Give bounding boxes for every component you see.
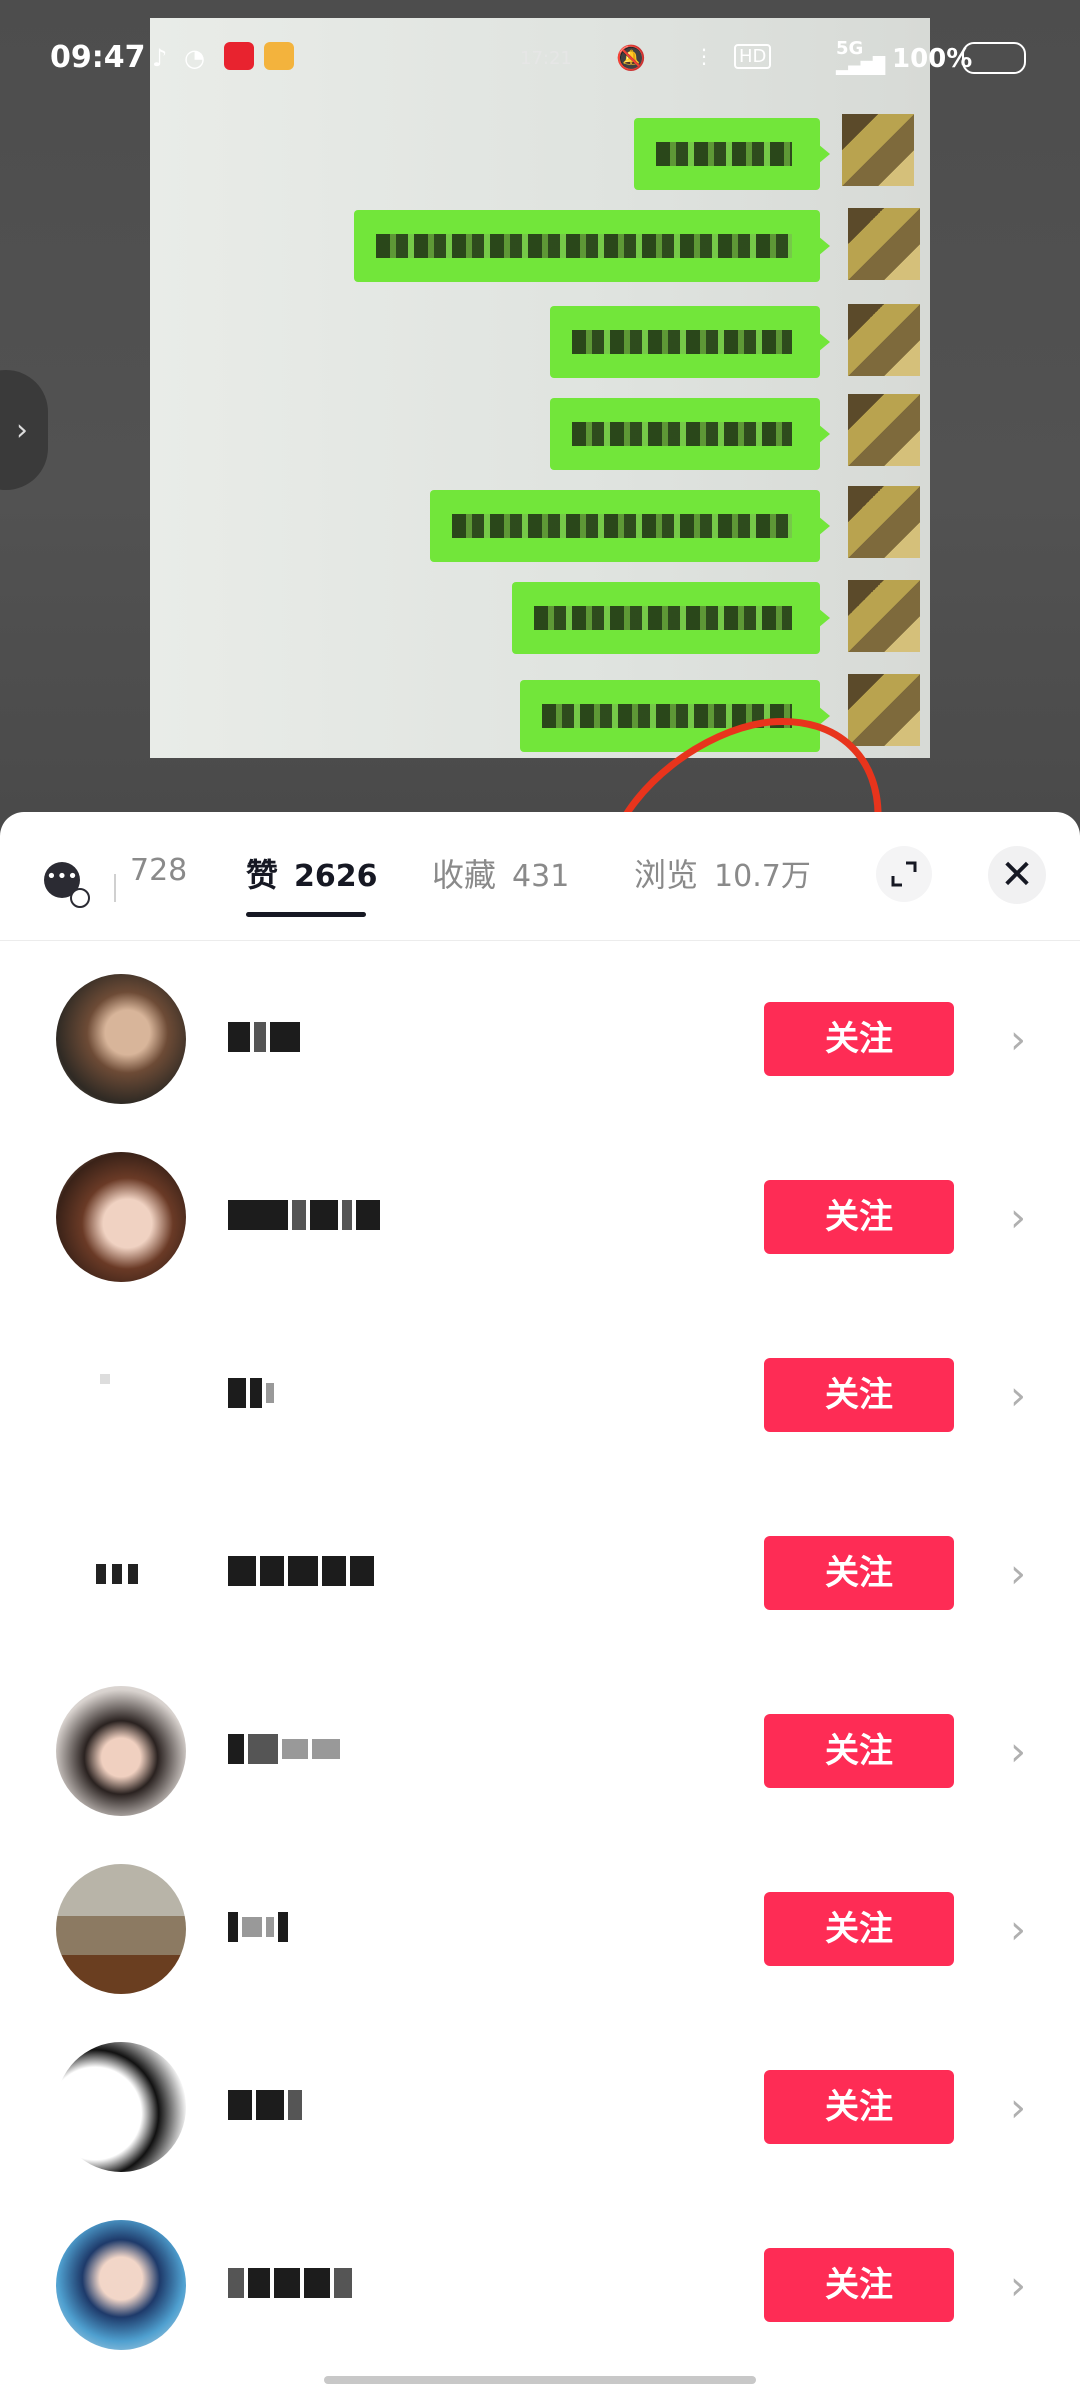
chat-bubble bbox=[512, 582, 830, 654]
expand-icon bbox=[891, 861, 917, 887]
username bbox=[228, 2264, 356, 2302]
mute-icon: 🔕 bbox=[616, 44, 646, 72]
list-item[interactable]: 关注 › bbox=[0, 1474, 1080, 1652]
avatar[interactable] bbox=[56, 1686, 186, 1816]
chat-avatar bbox=[842, 114, 914, 186]
active-tab-indicator bbox=[246, 912, 366, 917]
chat-bubble bbox=[354, 210, 830, 282]
list-item[interactable]: 关注 › bbox=[0, 1118, 1080, 1296]
chat-bubble bbox=[550, 398, 830, 470]
close-button[interactable]: ✕ bbox=[988, 846, 1046, 904]
signal-icon: ▂▄▆█ bbox=[836, 56, 886, 75]
follow-button[interactable]: 关注 bbox=[764, 1536, 954, 1610]
list-item[interactable]: 关注 › bbox=[0, 1652, 1080, 1830]
hd-icon: HD bbox=[734, 44, 772, 69]
chat-bubble bbox=[634, 118, 830, 190]
home-indicator[interactable] bbox=[324, 2376, 756, 2384]
username bbox=[228, 1552, 378, 1590]
list-item[interactable]: 关注 › bbox=[0, 2186, 1080, 2364]
chevron-right-icon[interactable]: › bbox=[1010, 1910, 1040, 1950]
username bbox=[228, 1374, 278, 1412]
avatar[interactable] bbox=[56, 1330, 186, 1460]
list-item[interactable]: 关注 › bbox=[0, 2008, 1080, 2186]
tab-likes[interactable]: 赞 2626 bbox=[246, 850, 378, 896]
close-icon: ✕ bbox=[1000, 852, 1034, 898]
avatar[interactable] bbox=[56, 1508, 186, 1638]
username bbox=[228, 1908, 292, 1946]
follow-button[interactable]: 关注 bbox=[764, 1714, 954, 1788]
tab-favorites[interactable]: 收藏 431 bbox=[432, 850, 569, 896]
engagement-sheet: ••• 728 赞 2626 收藏 431 浏览 10.7万 ✕ 关注 › 关注… bbox=[0, 812, 1080, 2388]
tab-bar: ••• 728 赞 2626 收藏 431 浏览 10.7万 ✕ bbox=[0, 812, 1080, 941]
chat-avatar bbox=[848, 304, 920, 376]
chevron-right-icon[interactable]: › bbox=[1010, 1376, 1040, 1416]
chat-avatar bbox=[848, 486, 920, 558]
expand-button[interactable] bbox=[876, 846, 932, 902]
chat-avatar bbox=[848, 674, 920, 746]
chevron-right-icon[interactable]: › bbox=[1010, 1554, 1040, 1594]
follow-button[interactable]: 关注 bbox=[764, 2070, 954, 2144]
xiaohongshu-icon bbox=[224, 42, 254, 70]
tiktok-icon: ♪ bbox=[152, 44, 168, 72]
username bbox=[228, 1196, 384, 1234]
avatar[interactable] bbox=[56, 1152, 186, 1282]
username bbox=[228, 1730, 344, 1768]
battery-percent: 100% bbox=[892, 44, 973, 74]
chat-bubble bbox=[520, 680, 830, 752]
avatar[interactable] bbox=[56, 2042, 186, 2172]
avatar[interactable] bbox=[56, 1864, 186, 1994]
chat-avatar bbox=[848, 394, 920, 466]
chat-bubble bbox=[430, 490, 830, 562]
follow-button[interactable]: 关注 bbox=[764, 2248, 954, 2322]
follow-button[interactable]: 关注 bbox=[764, 1892, 954, 1966]
list-item[interactable]: 关注 › bbox=[0, 1830, 1080, 2008]
comment-settings-icon[interactable]: ••• bbox=[44, 862, 90, 908]
app-icon bbox=[264, 42, 294, 70]
follow-button[interactable]: 关注 bbox=[764, 1180, 954, 1254]
status-bar: 09:47 ♪ ◔ 17:21 🔕 ⋮ HD 5G ▂▄▆█ 100% bbox=[0, 0, 1080, 110]
chat-avatar bbox=[848, 208, 920, 280]
chat-avatar bbox=[848, 580, 920, 652]
overlay-time: 17:21 bbox=[520, 48, 572, 69]
chat-bubble bbox=[550, 306, 830, 378]
avatar[interactable] bbox=[56, 2220, 186, 2350]
wechat-icon: ◔ bbox=[184, 44, 205, 72]
tab-views[interactable]: 浏览 10.7万 bbox=[634, 850, 811, 896]
list-item[interactable]: 关注 › bbox=[0, 1296, 1080, 1474]
chevron-right-icon[interactable]: › bbox=[1010, 2088, 1040, 2128]
follow-button[interactable]: 关注 bbox=[764, 1358, 954, 1432]
tab-comments[interactable]: 728 bbox=[130, 850, 187, 888]
chevron-right-icon[interactable]: › bbox=[1010, 2266, 1040, 2306]
video-preview[interactable] bbox=[150, 18, 930, 758]
username bbox=[228, 2086, 306, 2124]
follow-button[interactable]: 关注 bbox=[764, 1002, 954, 1076]
wifi-icon: ⋮ bbox=[694, 44, 714, 68]
list-item[interactable]: 关注 › bbox=[0, 940, 1080, 1118]
chevron-right-icon[interactable]: › bbox=[1010, 1020, 1040, 1060]
tab-divider bbox=[114, 874, 116, 902]
chevron-right-icon[interactable]: › bbox=[1010, 1732, 1040, 1772]
avatar[interactable] bbox=[56, 974, 186, 1104]
battery-icon bbox=[962, 42, 1026, 74]
chevron-right-icon[interactable]: › bbox=[1010, 1198, 1040, 1238]
chevron-right-icon: › bbox=[16, 412, 28, 448]
username bbox=[228, 1018, 304, 1056]
status-time: 09:47 bbox=[50, 40, 146, 75]
